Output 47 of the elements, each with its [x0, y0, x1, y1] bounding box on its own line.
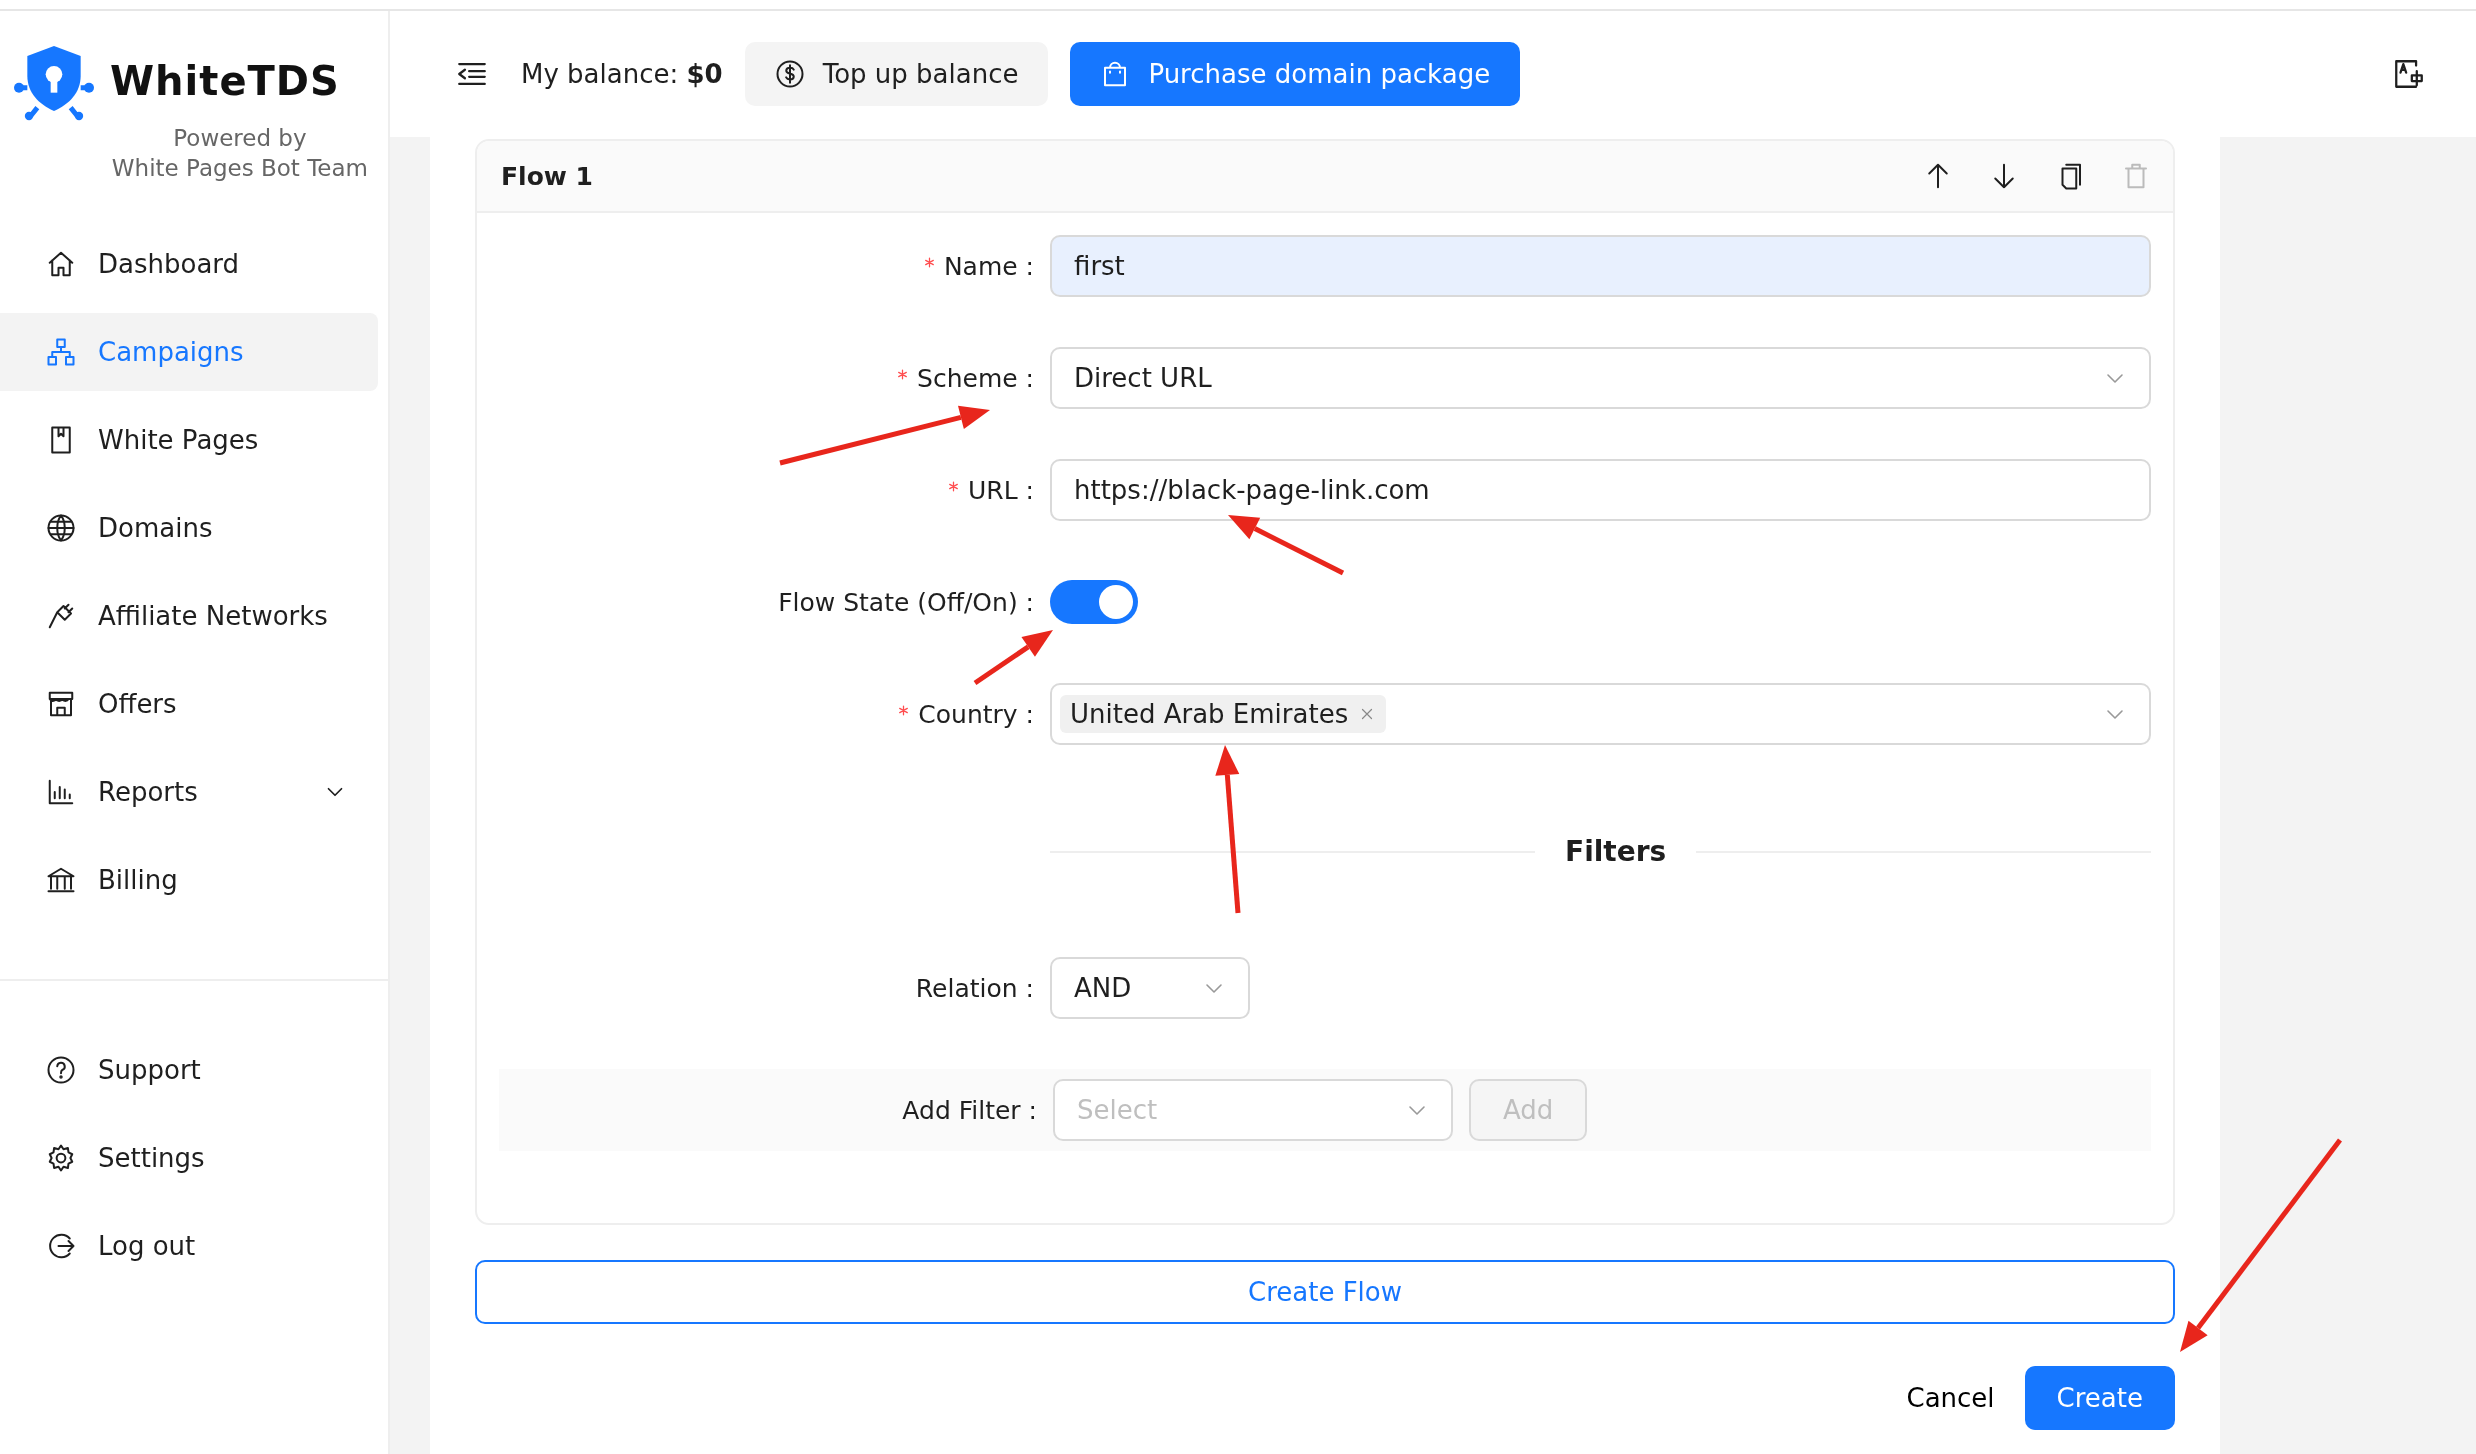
translate-icon[interactable] [2392, 57, 2426, 91]
nav-item[interactable]: White Pages [0, 401, 378, 479]
brand-name: WhiteTDS [110, 58, 340, 104]
field-label: Relation : [915, 973, 1034, 1003]
input-field[interactable]: https://black-page-link.com [1050, 459, 2151, 521]
field-label: Flow State (Off/On) : [778, 587, 1034, 617]
nav-item[interactable]: Offers [0, 665, 378, 743]
input-field[interactable]: first [1050, 235, 2151, 297]
nav-item[interactable]: Domains [0, 489, 378, 567]
field-label: Add Filter : [902, 1095, 1037, 1125]
tag: United Arab Emirates [1060, 695, 1387, 733]
field-label: Country : [918, 699, 1034, 729]
hierarchy-icon [46, 337, 76, 367]
plug-icon [46, 601, 76, 631]
tagline: Powered by White Pages Bot Team [111, 124, 368, 183]
dollar-circle-icon [774, 59, 805, 89]
field-label: URL : [968, 475, 1034, 505]
cancel-button[interactable]: Cancel [1906, 1366, 1995, 1430]
help-icon [46, 1055, 76, 1085]
nav-item[interactable]: Dashboard [0, 225, 378, 303]
nav-item[interactable]: Support [0, 1031, 378, 1109]
field-label: Name : [943, 251, 1034, 281]
logout-icon [46, 1231, 76, 1261]
top-up-button[interactable]: Top up balance [744, 42, 1049, 106]
bank-icon [46, 865, 76, 895]
card-title: Flow 1 [501, 161, 595, 191]
create-button[interactable]: Create [2024, 1366, 2175, 1430]
nav-item[interactable]: Log out [0, 1207, 378, 1285]
section-title: Filters [1565, 835, 1667, 868]
nav-item[interactable]: Billing [0, 841, 378, 919]
relation-select[interactable]: AND [1050, 957, 1250, 1019]
nav-item[interactable]: Reports [0, 753, 378, 831]
select-field[interactable]: Direct URL [1050, 347, 2151, 409]
shop-icon [46, 689, 76, 719]
multi-select-field[interactable]: United Arab Emirates [1050, 683, 2151, 745]
create-flow-button[interactable]: Create Flow [475, 1260, 2175, 1324]
settings-icon [46, 1143, 76, 1173]
purchase-button[interactable]: Purchase domain package [1070, 42, 1521, 106]
nav-item[interactable]: Settings [0, 1119, 378, 1197]
field-label: Scheme : [917, 363, 1034, 393]
balance-text: My balance: $0 [521, 59, 723, 89]
toggle-switch[interactable] [1050, 580, 1138, 624]
nav-item[interactable]: Campaigns [0, 313, 378, 391]
globe-icon [46, 513, 76, 543]
home-icon [46, 249, 76, 279]
bar-chart-icon [46, 777, 76, 807]
nav-item[interactable]: Affiliate Networks [0, 577, 378, 655]
